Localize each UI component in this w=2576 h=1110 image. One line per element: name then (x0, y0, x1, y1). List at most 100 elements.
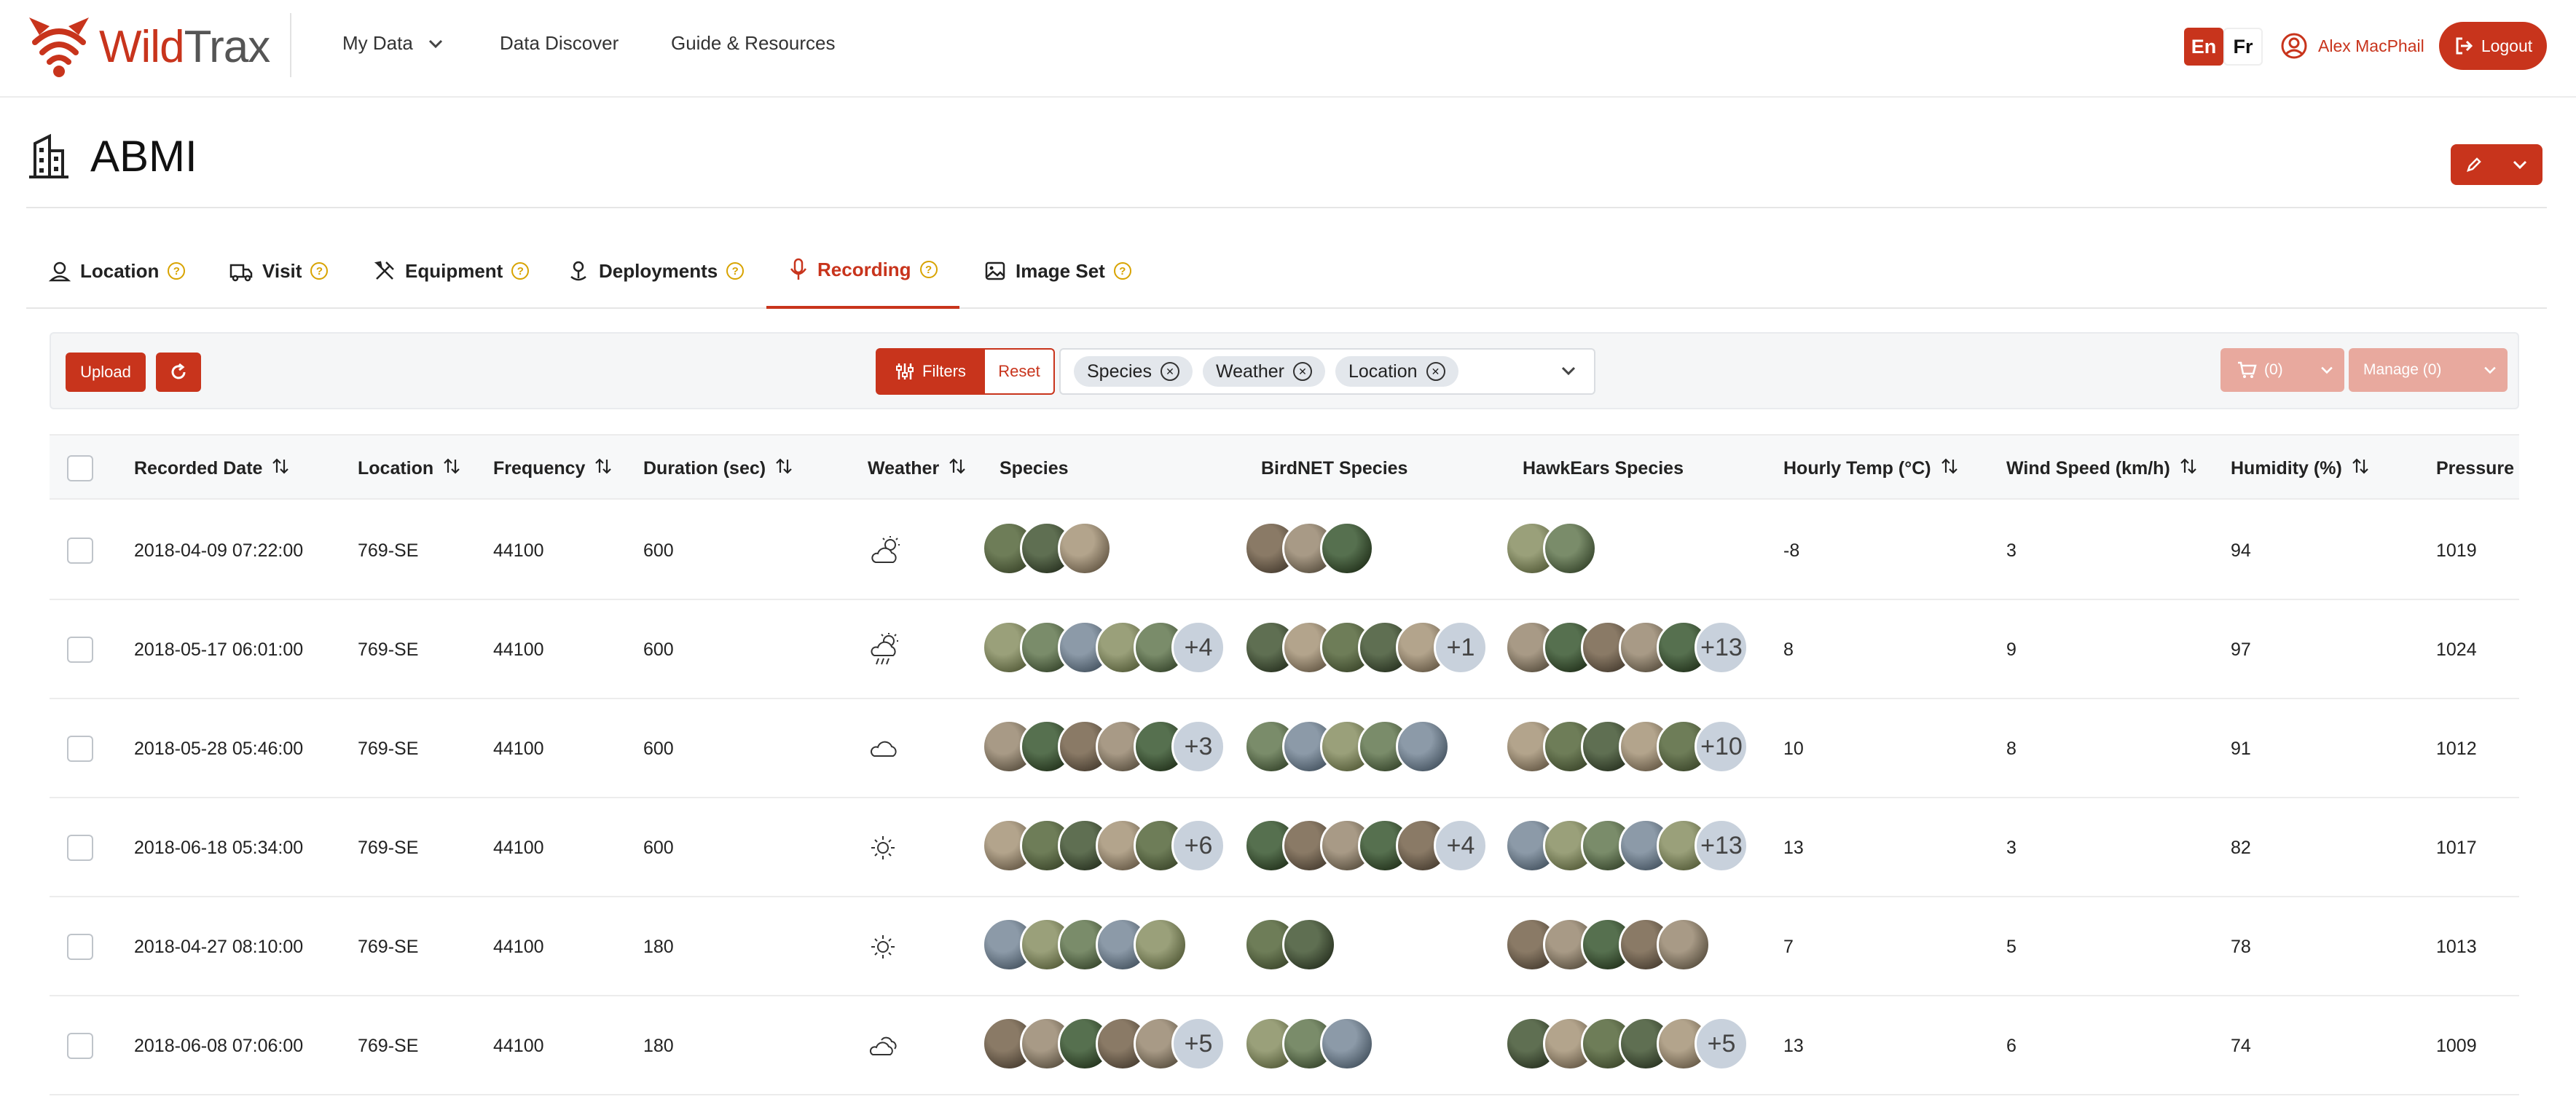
help-icon[interactable]: ? (310, 262, 329, 280)
chevron-down-icon[interactable] (1560, 366, 1576, 376)
species-avatar[interactable] (1282, 918, 1336, 972)
species-avatar[interactable] (1058, 521, 1112, 575)
cell-location[interactable]: 769-SE (358, 996, 418, 1095)
checkbox[interactable] (67, 455, 93, 481)
row-checkbox-cell[interactable] (67, 600, 93, 699)
tab-deployments[interactable]: Deployments? (545, 233, 766, 309)
species-avatar[interactable] (1320, 1017, 1374, 1071)
sort-icon[interactable] (1940, 457, 1959, 481)
checkbox[interactable] (67, 538, 93, 564)
checkbox[interactable] (67, 835, 93, 861)
birdnet-avatars[interactable] (1244, 918, 1336, 976)
cell-location[interactable]: 769-SE (358, 699, 418, 798)
more-species-badge[interactable]: +6 (1171, 819, 1225, 873)
nav-data-discover[interactable]: Data Discover (500, 32, 619, 55)
species-avatar[interactable] (1543, 521, 1597, 575)
col-pressure[interactable]: Pressure ( (2436, 436, 2519, 501)
user-menu[interactable]: Alex MacPhail (2280, 32, 2424, 60)
table-row[interactable]: 2018-05-28 05:46:00 769-SE 44100 600 +3 +10 10… (50, 699, 2519, 798)
sort-icon[interactable] (594, 457, 613, 481)
cell-location[interactable]: 769-SE (358, 501, 418, 600)
species-avatar[interactable] (1320, 521, 1374, 575)
species-avatar[interactable] (1657, 918, 1711, 972)
table-row[interactable]: 2018-04-09 07:22:00 769-SE 44100 600 -8 3 94 10… (50, 501, 2519, 600)
species-avatars[interactable] (982, 918, 1187, 976)
help-icon[interactable]: ? (168, 262, 186, 280)
nav-my-data[interactable]: My Data (342, 32, 444, 55)
more-species-badge[interactable]: +13 (1695, 819, 1748, 873)
col-wind-speed[interactable]: Wind Speed (km/h) (2006, 436, 2198, 501)
species-avatars[interactable]: +5 (982, 1017, 1225, 1075)
col-weather[interactable]: Weather (868, 436, 967, 501)
sort-icon[interactable] (2351, 457, 2370, 481)
reset-button[interactable]: Reset (985, 348, 1055, 395)
birdnet-avatars[interactable] (1244, 521, 1374, 580)
hawkears-avatars[interactable]: +5 (1505, 1017, 1748, 1075)
nav-guide-resources[interactable]: Guide & Resources (671, 32, 835, 55)
col-location[interactable]: Location (358, 436, 461, 501)
filter-chips-select[interactable]: Species ✕ Weather ✕ Location ✕ (1059, 348, 1595, 395)
more-species-badge[interactable]: +1 (1434, 621, 1488, 674)
lang-en-button[interactable]: En (2184, 28, 2223, 66)
birdnet-avatars[interactable] (1244, 1017, 1374, 1075)
species-avatars[interactable]: +3 (982, 720, 1225, 778)
hawkears-avatars[interactable]: +13 (1505, 621, 1748, 679)
birdnet-avatars[interactable]: +4 (1244, 819, 1488, 877)
col-humidity[interactable]: Humidity (%) (2231, 436, 2370, 501)
species-avatars[interactable] (982, 521, 1112, 580)
col-recorded-date[interactable]: Recorded Date (134, 436, 290, 501)
table-row[interactable]: 2018-06-18 05:34:00 769-SE 44100 600 +6 +4 +13… (50, 798, 2519, 897)
sort-icon[interactable] (2179, 457, 2198, 481)
cell-location[interactable]: 769-SE (358, 600, 418, 699)
hawkears-avatars[interactable] (1505, 918, 1711, 976)
help-icon[interactable]: ? (511, 262, 530, 280)
row-checkbox-cell[interactable] (67, 501, 93, 600)
col-duration[interactable]: Duration (sec) (643, 436, 793, 501)
tab-image-set[interactable]: Image Set? (962, 233, 1153, 309)
row-checkbox-cell[interactable] (67, 699, 93, 798)
lang-fr-button[interactable]: Fr (2223, 28, 2263, 66)
more-species-badge[interactable]: +10 (1695, 720, 1748, 774)
tab-equipment[interactable]: Equipment? (351, 233, 551, 309)
manage-button[interactable]: Manage (0) (2349, 348, 2508, 392)
table-row[interactable]: 2018-04-27 08:10:00 769-SE 44100 180 7 5 78 101… (50, 897, 2519, 996)
species-avatar[interactable] (1396, 720, 1450, 774)
cell-location[interactable]: 769-SE (358, 897, 418, 996)
birdnet-avatars[interactable]: +1 (1244, 621, 1488, 679)
birdnet-avatars[interactable] (1244, 720, 1450, 778)
filters-button[interactable]: Filters (876, 348, 985, 395)
checkbox[interactable] (67, 736, 93, 762)
remove-chip-icon[interactable]: ✕ (1160, 362, 1179, 381)
cell-location[interactable]: 769-SE (358, 798, 418, 897)
species-avatar[interactable] (1134, 918, 1187, 972)
checkbox[interactable] (67, 1033, 93, 1059)
row-checkbox-cell[interactable] (67, 996, 93, 1095)
remove-chip-icon[interactable]: ✕ (1292, 362, 1312, 381)
hawkears-avatars[interactable]: +10 (1505, 720, 1748, 778)
help-icon[interactable]: ? (726, 262, 745, 280)
cart-button[interactable]: (0) (2220, 348, 2344, 392)
species-avatars[interactable]: +4 (982, 621, 1225, 679)
more-species-badge[interactable]: +4 (1171, 621, 1225, 674)
more-species-badge[interactable]: +13 (1695, 621, 1748, 674)
edit-button[interactable] (2451, 144, 2497, 185)
species-avatars[interactable]: +6 (982, 819, 1225, 877)
sort-icon[interactable] (774, 457, 793, 481)
refresh-button[interactable] (156, 353, 201, 392)
upload-button[interactable]: Upload (66, 353, 146, 392)
row-checkbox-cell[interactable] (67, 798, 93, 897)
select-all-checkbox[interactable] (67, 436, 93, 501)
hawkears-avatars[interactable] (1505, 521, 1597, 580)
tab-recording[interactable]: Recording? (766, 233, 959, 309)
tab-visit[interactable]: Visit? (207, 233, 350, 309)
help-icon[interactable]: ? (919, 261, 938, 278)
col-frequency[interactable]: Frequency (493, 436, 613, 501)
more-species-badge[interactable]: +5 (1171, 1017, 1225, 1071)
hawkears-avatars[interactable]: +13 (1505, 819, 1748, 877)
col-hourly-temp[interactable]: Hourly Temp (°C) (1783, 436, 1959, 501)
row-checkbox-cell[interactable] (67, 897, 93, 996)
more-species-badge[interactable]: +3 (1171, 720, 1225, 774)
logout-button[interactable]: Logout (2439, 22, 2547, 70)
remove-chip-icon[interactable]: ✕ (1426, 362, 1445, 381)
more-species-badge[interactable]: +4 (1434, 819, 1488, 873)
